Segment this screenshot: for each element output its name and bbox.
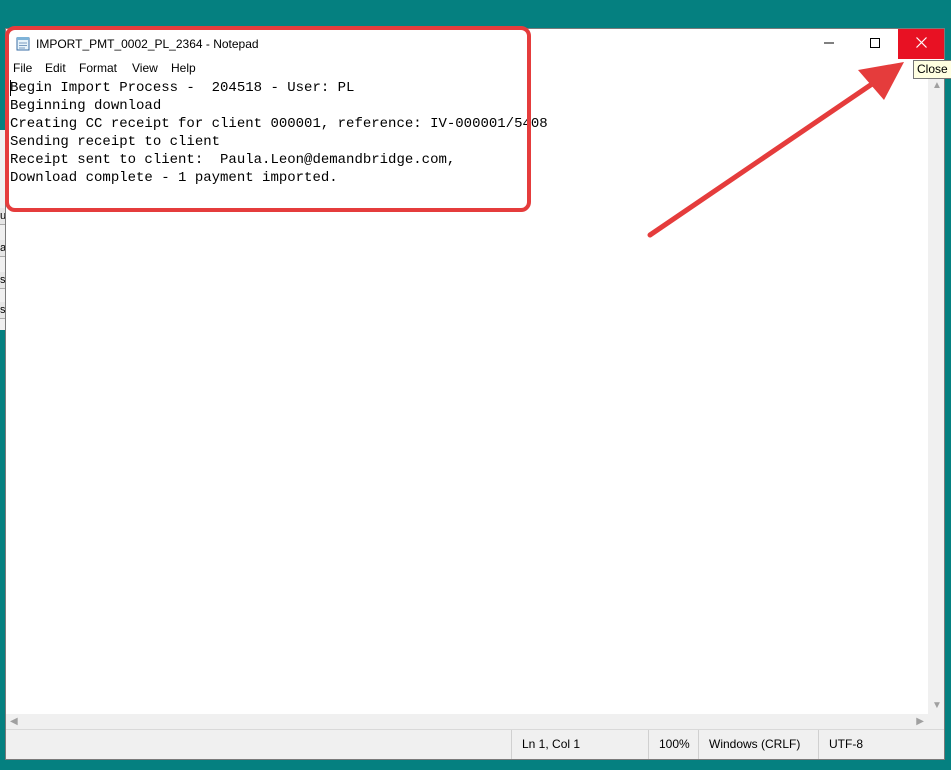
scroll-right-icon[interactable]: ▶	[916, 714, 924, 730]
annotation-highlight-box	[5, 26, 531, 212]
maximize-button[interactable]	[852, 29, 898, 59]
scroll-up-icon[interactable]: ▲	[932, 78, 942, 94]
close-button[interactable]	[898, 29, 944, 59]
minimize-icon	[824, 35, 834, 53]
scrollbar-corner	[928, 714, 944, 730]
minimize-button[interactable]	[806, 29, 852, 59]
close-icon	[915, 35, 927, 53]
horizontal-scrollbar[interactable]: ◀ ▶	[6, 714, 928, 730]
scroll-left-icon[interactable]: ◀	[10, 714, 18, 730]
maximize-icon	[870, 35, 880, 53]
status-zoom: 100%	[648, 730, 690, 759]
vertical-scrollbar[interactable]: ▲ ▼	[928, 78, 944, 714]
status-encoding: UTF-8	[818, 730, 863, 759]
close-tooltip: Close	[913, 60, 951, 79]
status-cursor-position: Ln 1, Col 1	[511, 730, 580, 759]
status-bar: Ln 1, Col 1 100% Windows (CRLF) UTF-8	[6, 729, 944, 759]
status-line-ending: Windows (CRLF)	[698, 730, 800, 759]
scroll-down-icon[interactable]: ▼	[932, 698, 942, 714]
